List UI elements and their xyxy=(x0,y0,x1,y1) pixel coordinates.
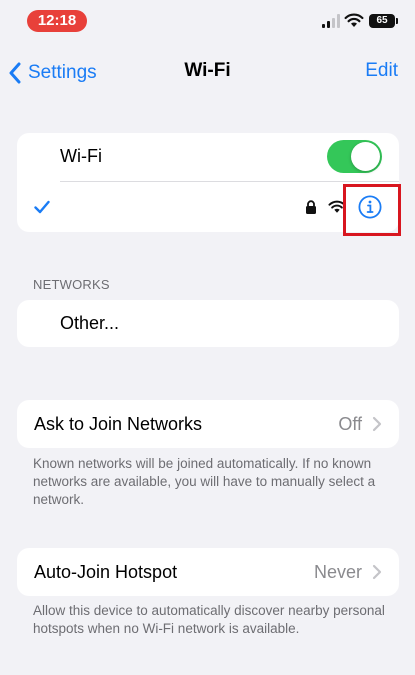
wifi-settings-screen: 12:18 65 Settings Wi-Fi Edit Wi-Fi NETWO… xyxy=(0,0,415,675)
other-network-label: Other... xyxy=(60,313,120,333)
networks-group: Other... xyxy=(17,300,399,347)
lock-icon xyxy=(306,200,316,214)
wifi-status-icon xyxy=(344,13,364,27)
auto-join-label: Auto-Join Hotspot xyxy=(34,562,178,582)
status-time[interactable]: 12:18 xyxy=(27,10,87,32)
wifi-label: Wi-Fi xyxy=(60,146,102,166)
toggle-knob xyxy=(351,142,380,171)
auto-join-group: Auto-Join Hotspot Never xyxy=(17,548,399,596)
ask-to-join-label: Ask to Join Networks xyxy=(34,414,203,434)
checkmark-icon xyxy=(34,200,50,214)
ask-to-join-group: Ask to Join Networks Off xyxy=(17,400,399,448)
connected-network-row[interactable] xyxy=(17,182,399,232)
ask-to-join-footer: Known networks will be joined automatica… xyxy=(33,456,376,507)
ask-to-join-value: Off xyxy=(338,414,362,434)
networks-header: NETWORKS xyxy=(33,277,110,292)
page-title: Wi-Fi xyxy=(184,60,231,81)
wifi-group: Wi-Fi xyxy=(17,133,399,232)
ask-to-join-row[interactable]: Ask to Join Networks Off xyxy=(17,400,399,448)
status-bar: 12:18 65 xyxy=(0,0,415,44)
auto-join-footer: Allow this device to automatically disco… xyxy=(33,603,385,636)
auto-join-value: Never xyxy=(313,562,362,582)
auto-join-row[interactable]: Auto-Join Hotspot Never xyxy=(17,548,399,596)
wifi-toggle-row: Wi-Fi xyxy=(17,133,399,181)
chevron-right-icon xyxy=(372,564,382,580)
cellular-signal-icon xyxy=(322,14,340,28)
info-highlight-box xyxy=(343,184,401,236)
wifi-toggle[interactable] xyxy=(327,140,382,173)
other-network-row[interactable]: Other... xyxy=(17,300,399,347)
edit-button[interactable]: Edit xyxy=(365,60,398,82)
chevron-right-icon xyxy=(372,416,382,432)
battery-indicator: 65 xyxy=(369,14,398,28)
